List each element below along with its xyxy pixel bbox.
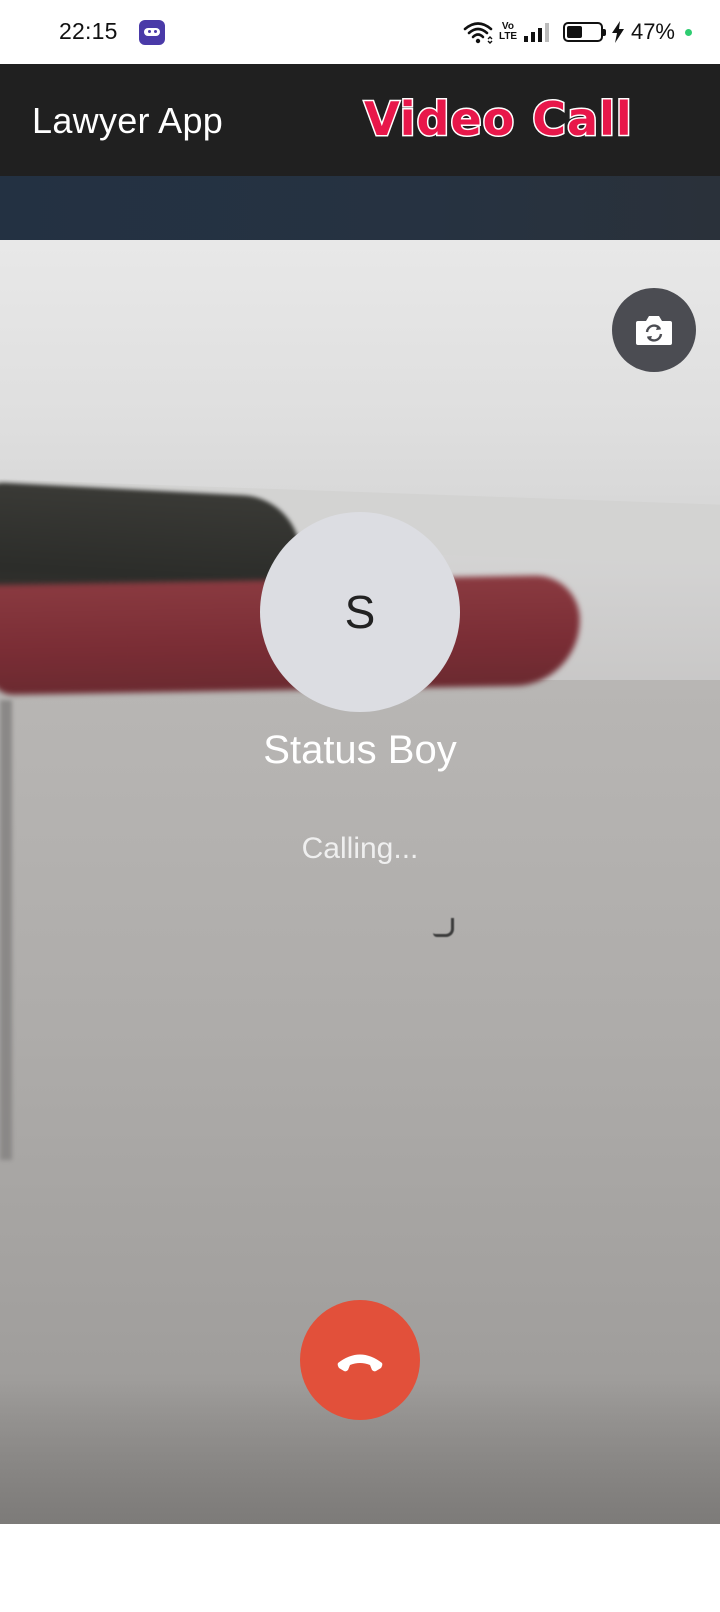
game-controller-icon: [139, 20, 165, 45]
battery-icon: [562, 22, 606, 42]
wifi-icon: [463, 22, 493, 44]
avatar: S: [260, 512, 460, 712]
end-call-button[interactable]: [300, 1300, 420, 1420]
battery-percent: 47%: [630, 19, 675, 44]
app-title: Lawyer App: [32, 100, 224, 141]
status-time: 22:15: [59, 18, 118, 44]
switch-camera-button[interactable]: [612, 288, 696, 372]
app-bar: Lawyer App Video Call: [0, 64, 720, 176]
call-status: Calling...: [301, 832, 419, 865]
bottom-area: [0, 1524, 720, 1612]
app-sub-bar: [0, 176, 720, 240]
battery-fill: [566, 26, 582, 38]
volte-icon: Vo LTE: [498, 21, 518, 42]
end-call-icon: [337, 1354, 383, 1372]
charging-bolt-icon: [611, 21, 624, 43]
switch-camera-icon: [636, 316, 672, 345]
status-bar: 22:15 Vo LTE 47%: [0, 0, 720, 64]
signal-icon: [523, 23, 549, 42]
video-call-overlay-label: Video Call: [363, 91, 634, 148]
charging-dot: [685, 28, 692, 36]
status-icons: Vo LTE 47%: [463, 17, 692, 47]
camera-background-mark: [433, 918, 454, 937]
callee-name: Status Boy: [263, 728, 457, 772]
